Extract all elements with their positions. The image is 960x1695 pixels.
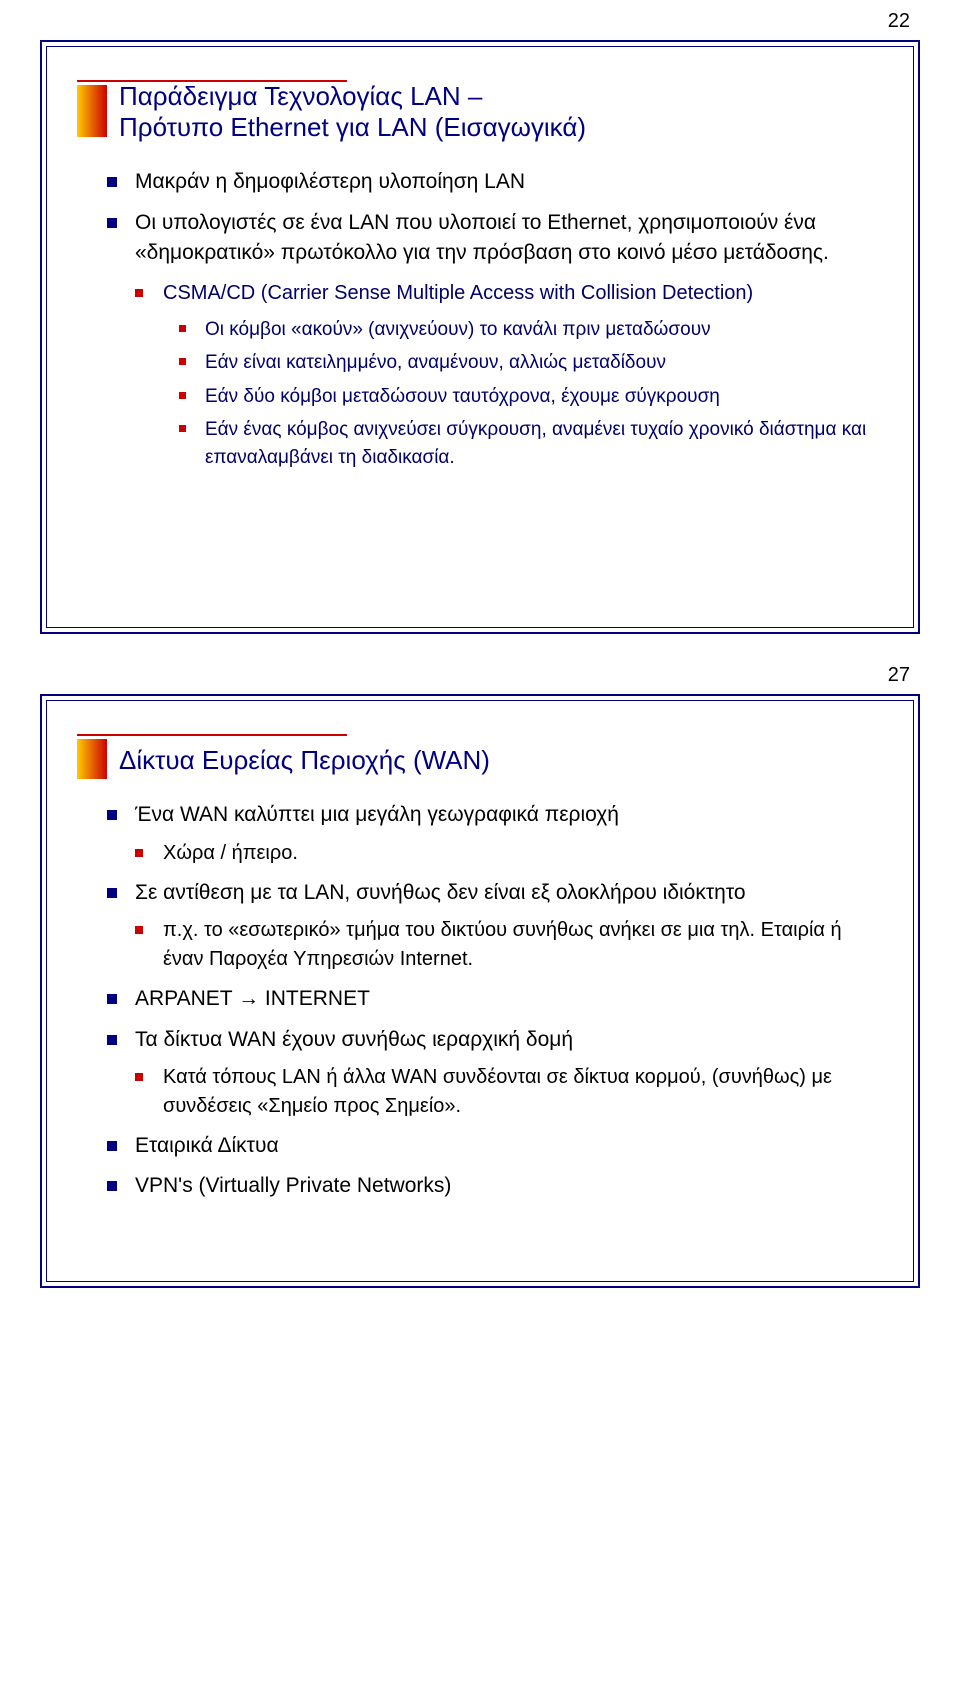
bullet-lvl1: Εταιρικά Δίκτυα (107, 1131, 873, 1161)
bullet-text: Σε αντίθεση με τα LAN, συνήθως δεν είναι… (135, 881, 746, 904)
bullet-lvl1: VPN's (Virtually Private Networks) (107, 1171, 873, 1201)
bullet-lvl2: Χώρα / ήπειρο. (135, 839, 873, 868)
bullet-lvl3: Εάν δύο κόμβοι μεταδώσουν ταυτόχρονα, έχ… (179, 383, 873, 411)
slide-frame-inner: Παράδειγμα Τεχνολογίας LAN – Πρότυπο Eth… (46, 46, 914, 628)
slide-title: Παράδειγμα Τεχνολογίας LAN – Πρότυπο Eth… (119, 81, 873, 143)
slide-content: Ένα WAN καλύπτει μια μεγάλη γεωγραφικά π… (107, 800, 873, 1202)
title-line-1: Παράδειγμα Τεχνολογίας LAN – (119, 81, 482, 111)
slide-content: Μακράν η δημοφιλέστερη υλοποίηση LAN Οι … (107, 167, 873, 471)
bullet-lvl3: Εάν είναι κατειλημμένο, αναμένουν, αλλιώ… (179, 349, 873, 377)
bullet-lvl1: Ένα WAN καλύπτει μια μεγάλη γεωγραφικά π… (107, 800, 873, 867)
bullet-lvl2: π.χ. το «εσωτερικό» τμήμα του δικτύου συ… (135, 916, 873, 974)
title-line-2: Πρότυπο Ethernet για LAN (Εισαγωγικά) (119, 112, 586, 142)
title-block: Παράδειγμα Τεχνολογίας LAN – Πρότυπο Eth… (77, 81, 873, 143)
bullet-text: Ένα WAN καλύπτει μια μεγάλη γεωγραφικά π… (135, 803, 619, 826)
title-accent-line (77, 80, 347, 82)
bullet-lvl1: Οι υπολογιστές σε ένα LAN που υλοποιεί τ… (107, 208, 873, 269)
title-accent-line (77, 734, 347, 736)
slide-frame-outer: Παράδειγμα Τεχνολογίας LAN – Πρότυπο Eth… (40, 40, 920, 634)
bullet-text: Τα δίκτυα WAN έχουν συνήθως ιεραρχική δο… (135, 1028, 573, 1051)
page-number: 22 (888, 10, 910, 33)
bullet-lvl2-csma: CSMA/CD (Carrier Sense Multiple Access w… (135, 279, 873, 308)
bullet-lvl1: Τα δίκτυα WAN έχουν συνήθως ιεραρχική δο… (107, 1025, 873, 1121)
title-accent-bar (77, 739, 107, 779)
bullet-lvl1: Σε αντίθεση με τα LAN, συνήθως δεν είναι… (107, 878, 873, 974)
bullet-lvl3: Εάν ένας κόμβος ανιχνεύσει σύγκρουση, αν… (179, 416, 873, 471)
slide-title: Δίκτυα Ευρείας Περιοχής (WAN) (119, 735, 873, 776)
title-block: Δίκτυα Ευρείας Περιοχής (WAN) (77, 735, 873, 776)
bullet-lvl2: Κατά τόπους LAN ή άλλα WAN συνδέονται σε… (135, 1063, 873, 1121)
page-number: 27 (888, 664, 910, 687)
bullet-lvl1: ARPANET → INTERNET (107, 984, 873, 1014)
slide-frame-outer: Δίκτυα Ευρείας Περιοχής (WAN) Ένα WAN κα… (40, 694, 920, 1288)
bullet-lvl3: Οι κόμβοι «ακούν» (ανιχνεύουν) το κανάλι… (179, 316, 873, 344)
slide-frame-inner: Δίκτυα Ευρείας Περιοχής (WAN) Ένα WAN κα… (46, 700, 914, 1282)
title-accent-bar (77, 85, 107, 137)
bullet-lvl1: Μακράν η δημοφιλέστερη υλοποίηση LAN (107, 167, 873, 197)
